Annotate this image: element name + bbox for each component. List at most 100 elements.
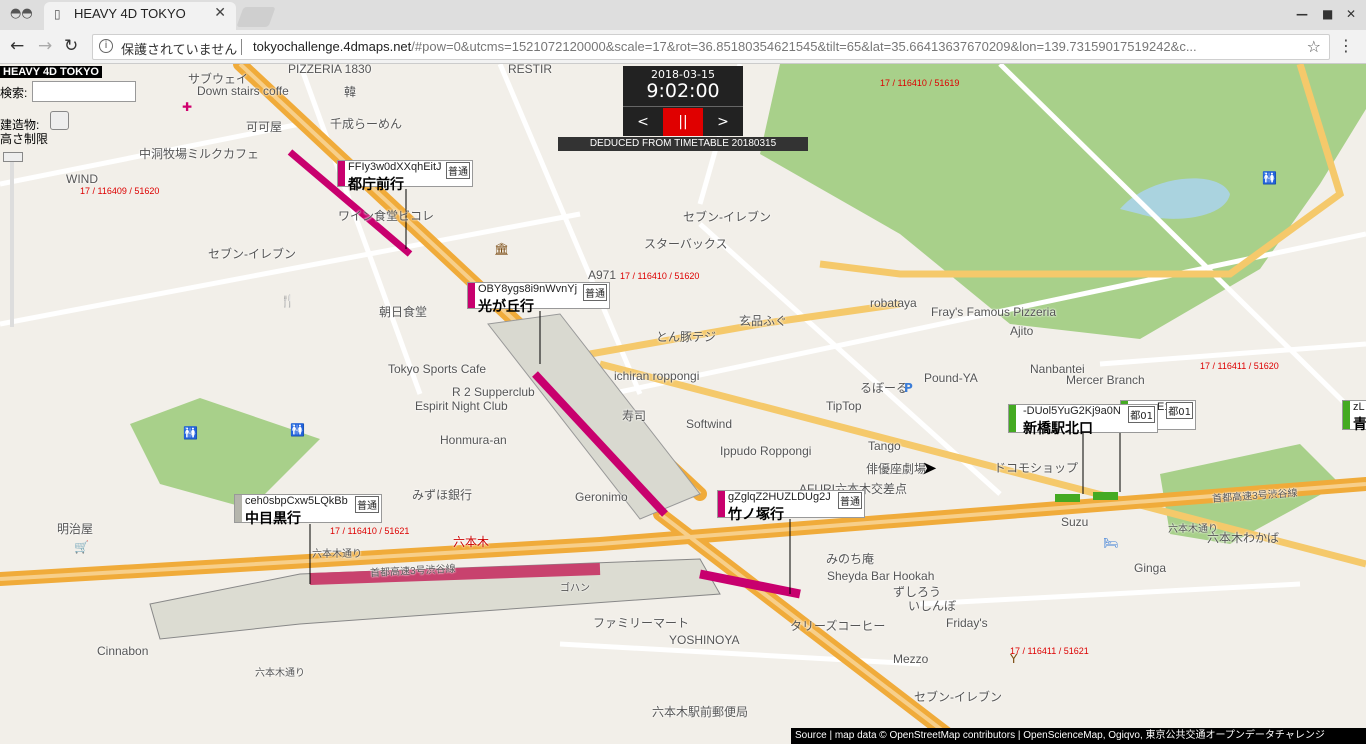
- train-id: gZglqZ2HUZLDUg2J: [728, 491, 831, 503]
- search-input[interactable]: [32, 81, 136, 102]
- map-label: Mercer Branch: [1066, 373, 1145, 387]
- map-view[interactable]: 17 / 116410 / 51619 17 / 116410 / 51620 …: [0, 64, 1366, 744]
- security-label: 保護されていません: [121, 42, 238, 57]
- svg-text:17 / 116411 / 51621: 17 / 116411 / 51621: [1010, 646, 1089, 656]
- browser-toolbar: ← → ↻ i 保護されていません tokyochallenge.4dmaps.…: [0, 30, 1366, 64]
- map-label: みのち庵: [826, 552, 875, 566]
- train-type: 普通: [838, 492, 862, 509]
- svg-text:17 / 116410 / 51621: 17 / 116410 / 51621: [330, 526, 409, 536]
- browser-menu-icon[interactable]: ⋮: [1338, 36, 1354, 55]
- height-limit-label: 高さ制限: [0, 132, 49, 146]
- line-color-bar: [1343, 401, 1350, 429]
- svg-text:17 / 116410 / 51620: 17 / 116410 / 51620: [620, 271, 699, 281]
- page-icon: ▯: [54, 7, 61, 21]
- maximize-icon[interactable]: ■: [1322, 7, 1333, 21]
- height-slider-handle[interactable]: [3, 152, 23, 162]
- train-destination: 中目黒行: [245, 511, 301, 527]
- building-toggle[interactable]: [50, 111, 69, 130]
- address-bar[interactable]: i 保護されていません tokyochallenge.4dmaps.net/#p…: [92, 34, 1330, 60]
- map-label: 寿司: [622, 409, 647, 423]
- map-label: Espirit Night Club: [415, 399, 508, 413]
- map-label: RESTIR: [508, 64, 553, 76]
- bank-icon: 🏛: [494, 242, 510, 256]
- pharmacy-icon: ✚: [182, 100, 193, 114]
- train-type: 普通: [355, 496, 379, 513]
- map-label: Ginga: [1134, 561, 1167, 575]
- map-label: 六本木わかば: [1207, 531, 1280, 545]
- map-label: YOSHINOYA: [669, 633, 740, 647]
- map-label: 明治屋: [57, 522, 94, 536]
- map-label: ゴハン: [560, 583, 590, 594]
- map-label: 可可屋: [246, 120, 283, 134]
- map-label: いしんぼ: [908, 599, 957, 613]
- map-label: Tokyo Sports Cafe: [388, 362, 487, 376]
- app-title: HEAVY 4D TOKYO: [0, 66, 102, 78]
- train-destination: 都庁前行: [348, 177, 404, 193]
- map-label: 俳優座劇場: [866, 462, 927, 476]
- tab-close-icon[interactable]: ✕: [214, 5, 226, 21]
- map-label: 韓: [344, 85, 357, 99]
- map-label: 玄品ふぐ: [739, 314, 788, 328]
- svg-text:17 / 116411 / 51620: 17 / 116411 / 51620: [1200, 361, 1279, 371]
- bookmark-star-icon[interactable]: ☆: [1307, 37, 1321, 56]
- map-label: Softwind: [686, 417, 733, 431]
- reload-icon[interactable]: ↻: [64, 36, 78, 56]
- mouse-cursor-icon: ➤: [922, 458, 938, 479]
- browser-tab[interactable]: ▯ HEAVY 4D TOKYO ✕: [44, 2, 236, 30]
- map-label: セブン-イレブン: [208, 247, 296, 261]
- hotel-icon: 🛏: [1103, 536, 1119, 550]
- map-label: Down stairs coffe: [197, 84, 289, 98]
- train-destination: 光が丘行: [478, 299, 534, 315]
- forward-icon[interactable]: →: [38, 36, 52, 56]
- bus-destination: 青: [1353, 417, 1366, 433]
- pause-button[interactable]: ||: [663, 108, 703, 136]
- window-close-icon[interactable]: ✕: [1346, 7, 1356, 21]
- train-label[interactable]: FFIy3w0dXXqhEitJ 都庁前行 普通: [337, 160, 473, 193]
- train-label[interactable]: gZglqZ2HUZLDUg2J 竹ノ塚行 普通: [717, 490, 865, 523]
- train-id: FFIy3w0dXXqhEitJ: [348, 161, 442, 173]
- map-label: 六本木: [453, 535, 490, 549]
- info-icon[interactable]: i: [99, 39, 113, 53]
- height-slider-track[interactable]: [10, 152, 14, 327]
- new-tab-button[interactable]: [236, 7, 276, 27]
- back-icon[interactable]: ←: [10, 36, 24, 56]
- map-label: R 2 Supperclub: [452, 385, 535, 399]
- map-label: スターバックス: [644, 237, 728, 251]
- rewind-button[interactable]: <: [623, 108, 663, 136]
- forward-button[interactable]: >: [703, 108, 743, 136]
- toilet-icon: 🚻: [290, 423, 305, 437]
- map-label: Geronimo: [575, 490, 628, 504]
- map-label: Pound-YA: [924, 371, 978, 385]
- map-label: るぼーる: [860, 381, 909, 395]
- bus-label[interactable]: zL 青: [1342, 400, 1366, 433]
- minimize-icon[interactable]: —: [1296, 7, 1308, 21]
- url-text[interactable]: tokyochallenge.4dmaps.net/#pow=0&utcms=1…: [253, 39, 1293, 54]
- map-label: 千成らーめん: [330, 117, 403, 131]
- map-attribution[interactable]: Source | map data © OpenStreetMap contri…: [791, 728, 1366, 744]
- map-label: みずほ銀行: [412, 488, 473, 502]
- train-destination: 竹ノ塚行: [728, 507, 784, 523]
- url-rest: /#pow=0&utcms=1521072120000&scale=17&rot…: [411, 39, 1197, 54]
- bus-id: -DUol5YuG2Kj9a0N: [1023, 405, 1121, 417]
- toilet-icon: 🚻: [183, 426, 198, 440]
- time-panel: 2018-03-15 9:02:00 < || >: [623, 66, 743, 136]
- train-type: 普通: [583, 284, 607, 301]
- map-label: とん豚テジ: [656, 330, 717, 344]
- map-label: Tango: [868, 439, 901, 453]
- map-label: ワイン食堂ビコレ: [338, 209, 435, 223]
- line-color-bar: [1009, 405, 1016, 432]
- parking-icon: P: [904, 381, 913, 395]
- map-label: 六本木通り: [255, 668, 305, 679]
- map-label: Fray's Famous Pizzeria: [931, 305, 1056, 319]
- train-label[interactable]: ceh0sbpCxw5LQkBb 中目黒行 普通: [234, 494, 382, 527]
- building-label-text: 建造物:: [0, 118, 40, 132]
- map-label: Ajito: [1010, 324, 1034, 338]
- train-id: OBY8ygs8i9nWvnYj: [478, 283, 578, 295]
- timetable-notice: DEDUCED FROM TIMETABLE 20180315: [558, 137, 808, 151]
- map-label: Suzu: [1061, 515, 1089, 529]
- bus-label[interactable]: -DUol5YuG2Kj9a0N 新橋駅北口 都01: [1008, 404, 1158, 437]
- map-label: Cinnabon: [97, 644, 149, 658]
- shop-icon: 🛒: [74, 540, 89, 554]
- train-label[interactable]: OBY8ygs8i9nWvnYj 光が丘行 普通: [467, 282, 610, 315]
- bus-type: 都01: [1166, 402, 1193, 419]
